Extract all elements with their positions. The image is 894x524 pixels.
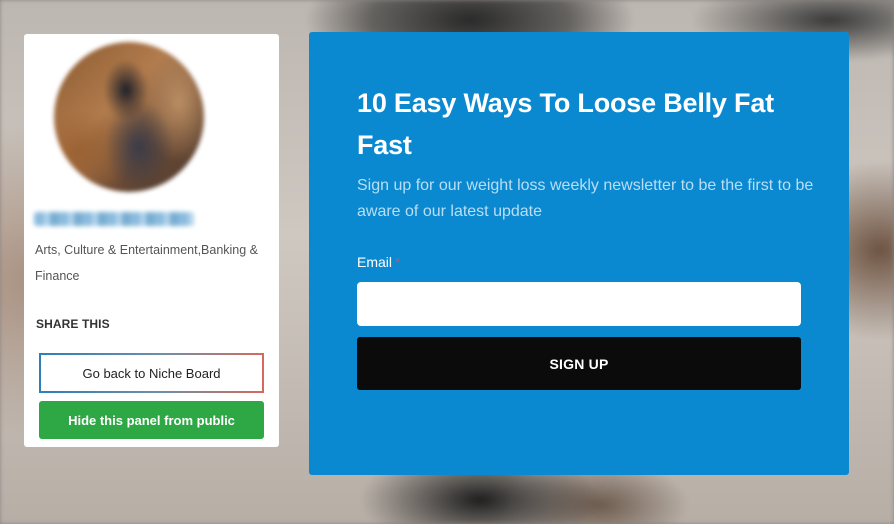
profile-name-blurred: [34, 212, 194, 226]
back-to-niche-board-button[interactable]: Go back to Niche Board: [39, 353, 264, 393]
hide-panel-button[interactable]: Hide this panel from public: [39, 401, 264, 439]
email-label: Email *: [357, 254, 400, 270]
email-label-text: Email: [357, 254, 393, 270]
newsletter-panel: 10 Easy Ways To Loose Belly Fat Fast Sig…: [309, 32, 849, 475]
avatar: [54, 42, 204, 192]
profile-card: Arts, Culture & Entertainment,Banking & …: [24, 34, 279, 447]
share-this-heading: SHARE THIS: [36, 317, 110, 331]
newsletter-title: 10 Easy Ways To Loose Belly Fat Fast: [357, 88, 774, 160]
email-input[interactable]: [357, 282, 801, 326]
profile-categories: Arts, Culture & Entertainment,Banking & …: [35, 243, 259, 283]
newsletter-subtitle: Sign up for our weight loss weekly newsl…: [357, 177, 814, 220]
required-asterisk: *: [395, 254, 401, 270]
sign-up-button[interactable]: SIGN UP: [357, 337, 801, 390]
